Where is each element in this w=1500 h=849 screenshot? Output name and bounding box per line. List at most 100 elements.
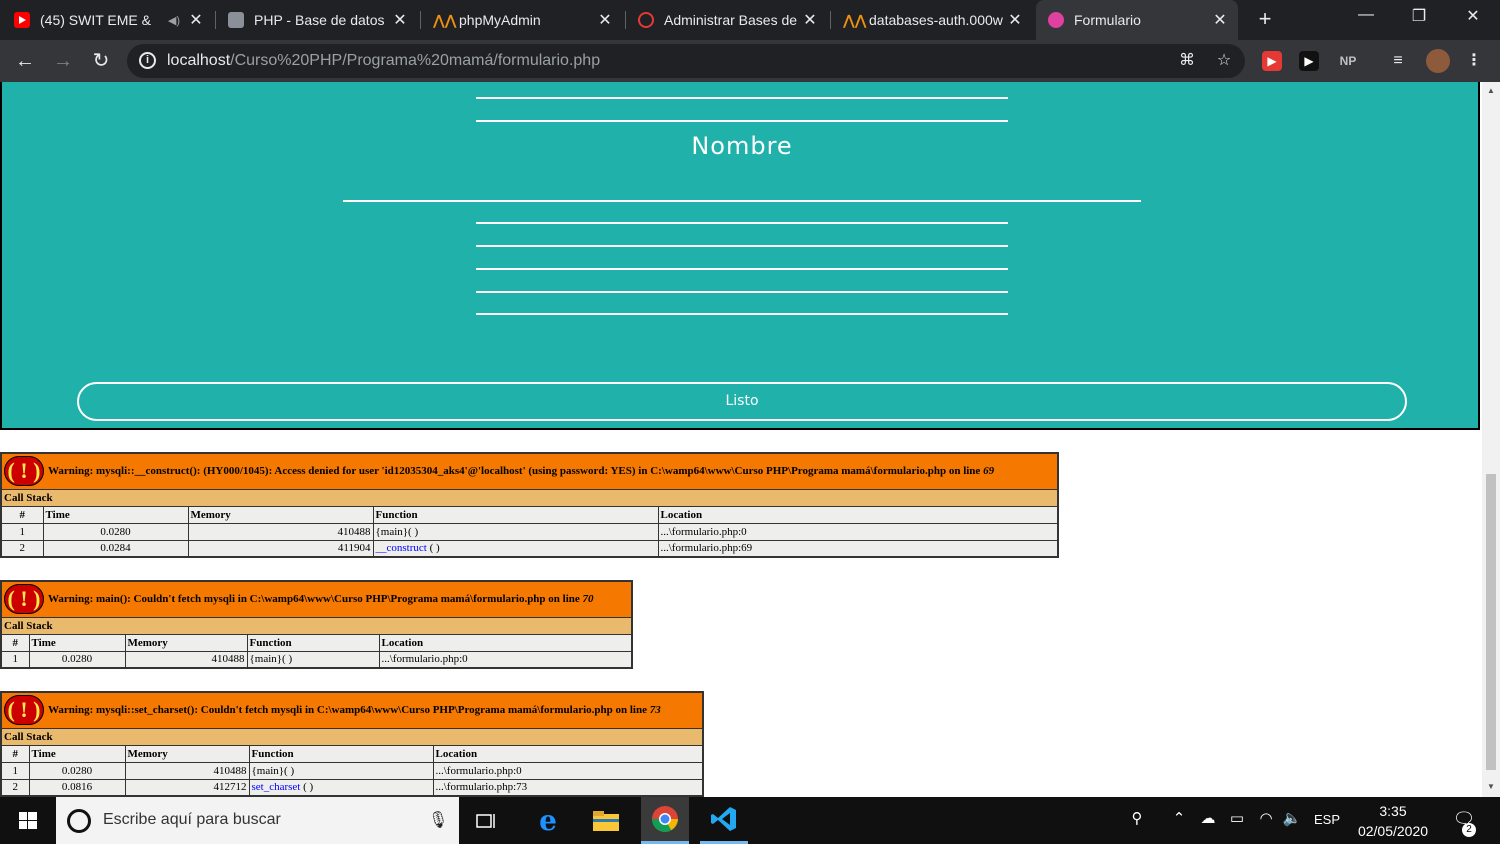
column-header: Time [28, 744, 126, 763]
close-icon[interactable]: ✕ [1005, 10, 1025, 30]
speaker-icon[interactable]: ◀) [168, 14, 180, 27]
translate-icon[interactable]: ⌘ [1177, 51, 1197, 71]
tab-title: (45) SWIT EME & [40, 12, 151, 28]
people-icon[interactable]: ⚲ [1127, 809, 1147, 827]
start-button[interactable] [0, 797, 56, 844]
bookmark-star-icon[interactable]: ☆ [1214, 51, 1234, 71]
warning-icon: ( ! ) [4, 584, 44, 615]
battery-icon[interactable]: ▭ [1226, 809, 1248, 827]
close-icon[interactable]: ✕ [390, 10, 410, 30]
address-bar[interactable]: i localhost/Curso%20PHP/Programa%20mamá/… [127, 44, 1245, 78]
row-function: {main}( ) [246, 650, 380, 669]
tab-administrar-bases[interactable]: Administrar Bases de ✕ [628, 0, 828, 40]
language-indicator[interactable]: ESP [1312, 812, 1342, 827]
call-stack-label: Call Stack [0, 616, 633, 635]
input-field[interactable] [476, 313, 1008, 315]
nombre-label: Nombre [691, 132, 793, 160]
reload-button[interactable]: ↻ [88, 48, 114, 74]
tab-strip: (45) SWIT EME & ◀) ✕ PHP - Base de datos… [0, 0, 1500, 40]
vscode-app[interactable] [700, 797, 748, 844]
minimize-button[interactable]: — [1351, 6, 1381, 30]
menu-dots-icon[interactable]: ⋮ [1464, 51, 1484, 71]
function-link[interactable]: set_charset [252, 781, 301, 793]
scroll-thumb[interactable] [1486, 474, 1496, 770]
input-field[interactable] [476, 97, 1008, 99]
function-link[interactable]: __construct [376, 542, 427, 554]
call-stack-label: Call Stack [0, 488, 1059, 507]
close-icon[interactable]: ✕ [595, 10, 615, 30]
tab-formulario[interactable]: Formulario ✕ [1036, 0, 1238, 40]
task-view-button[interactable] [463, 797, 511, 844]
forward-button[interactable]: → [50, 48, 76, 74]
new-tab-button[interactable]: + [1253, 8, 1277, 32]
close-icon[interactable]: ✕ [800, 10, 820, 30]
xdebug-error-table: ( ! ) Warning: mysqli::__construct(): (HY… [0, 452, 1059, 558]
warning-icon: ( ! ) [4, 695, 44, 726]
nombre-input[interactable] [343, 200, 1141, 202]
tab-phpmyadmin[interactable]: ⋀⋀ phpMyAdmin ✕ [423, 0, 623, 40]
input-field[interactable] [476, 268, 1008, 270]
column-header: Time [42, 505, 189, 524]
tab-title: phpMyAdmin [459, 12, 541, 28]
back-button[interactable]: ← [12, 48, 38, 74]
url-text[interactable]: localhost/Curso%20PHP/Programa%20mamá/fo… [167, 52, 600, 70]
clock-time: 3:35 [1379, 803, 1407, 819]
tab-title: PHP - Base de datos [254, 12, 385, 28]
row-function: __construct ( ) [372, 539, 659, 558]
edge-app[interactable]: e [524, 797, 572, 844]
tab-databases-auth[interactable]: ⋀⋀ databases-auth.000w ✕ [833, 0, 1033, 40]
extension-red-icon[interactable]: ▶ [1262, 51, 1282, 71]
input-field[interactable] [476, 291, 1008, 293]
error-message: Warning: mysqli::__construct(): (HY000/1… [48, 465, 995, 478]
taskbar: Escribe aquí para buscar 🎙 e ⚲ ⌃ ☁ ▭ ◠ 🔈… [0, 797, 1500, 844]
error-message: Warning: mysqli::set_charset(): Couldn't… [48, 704, 661, 717]
page-viewport: Nombre Listo ( ! ) Warning: mysqli::__con… [0, 82, 1482, 797]
info-icon[interactable]: i [139, 52, 156, 69]
input-field[interactable] [476, 120, 1008, 122]
file-explorer-app[interactable] [582, 797, 630, 844]
youtube-extension-icon[interactable]: ▶ [1299, 51, 1319, 71]
listo-button[interactable]: Listo [77, 382, 1407, 421]
chrome-app[interactable] [641, 797, 689, 844]
tab-title: Administrar Bases de [664, 12, 798, 28]
column-header: Memory [124, 633, 248, 652]
show-hidden-icons-chevron-icon[interactable]: ⌃ [1170, 809, 1188, 827]
row-function: set_charset ( ) [248, 778, 434, 797]
volume-icon[interactable]: 🔈 [1282, 809, 1302, 827]
browser-toolbar: ← → ↻ i localhost/Curso%20PHP/Programa%2… [0, 40, 1500, 82]
taskbar-search-box[interactable]: Escribe aquí para buscar 🎙 [56, 797, 459, 844]
close-icon[interactable]: ✕ [1210, 10, 1230, 30]
chrome-icon [651, 806, 679, 833]
row-memory: 411904 [187, 539, 374, 558]
page-icon [228, 12, 244, 28]
clock[interactable]: 3:35 02/05/2020 [1350, 801, 1436, 841]
tab-php-base-de-datos[interactable]: PHP - Base de datos ✕ [218, 0, 418, 40]
tab-youtube[interactable]: (45) SWIT EME & ◀) ✕ [14, 0, 214, 40]
column-header: Memory [187, 505, 374, 524]
call-stack-label: Call Stack [0, 727, 704, 746]
close-icon[interactable]: ✕ [186, 10, 206, 30]
input-field[interactable] [476, 245, 1008, 247]
input-field[interactable] [476, 222, 1008, 224]
np-extension-icon[interactable]: NP [1336, 51, 1360, 71]
wifi-icon[interactable]: ◠ [1256, 809, 1276, 827]
000webhost-icon [638, 12, 654, 28]
youtube-icon [14, 12, 30, 28]
warning-icon: ( ! ) [4, 456, 44, 487]
close-window-button[interactable]: ✕ [1458, 6, 1488, 30]
notification-count-badge: 2 [1462, 823, 1476, 837]
vertical-scrollbar[interactable]: ▲ ▼ [1482, 82, 1500, 797]
cortana-icon [67, 809, 91, 833]
search-placeholder: Escribe aquí para buscar [103, 811, 281, 828]
onedrive-icon[interactable]: ☁ [1197, 809, 1219, 827]
restore-button[interactable]: ❐ [1404, 6, 1434, 30]
avatar[interactable] [1426, 49, 1450, 73]
scroll-down-arrow-icon[interactable]: ▼ [1486, 782, 1496, 791]
table-row: 1 0.0280 410488 {main}( ) ...\formulario… [0, 761, 704, 780]
row-time: 0.0816 [28, 778, 126, 797]
tab-separator [625, 11, 626, 29]
clock-date: 02/05/2020 [1357, 823, 1429, 839]
scroll-up-arrow-icon[interactable]: ▲ [1486, 86, 1496, 95]
microphone-icon[interactable]: 🎙 [428, 810, 448, 830]
media-queue-icon[interactable]: ≡ [1388, 51, 1408, 71]
